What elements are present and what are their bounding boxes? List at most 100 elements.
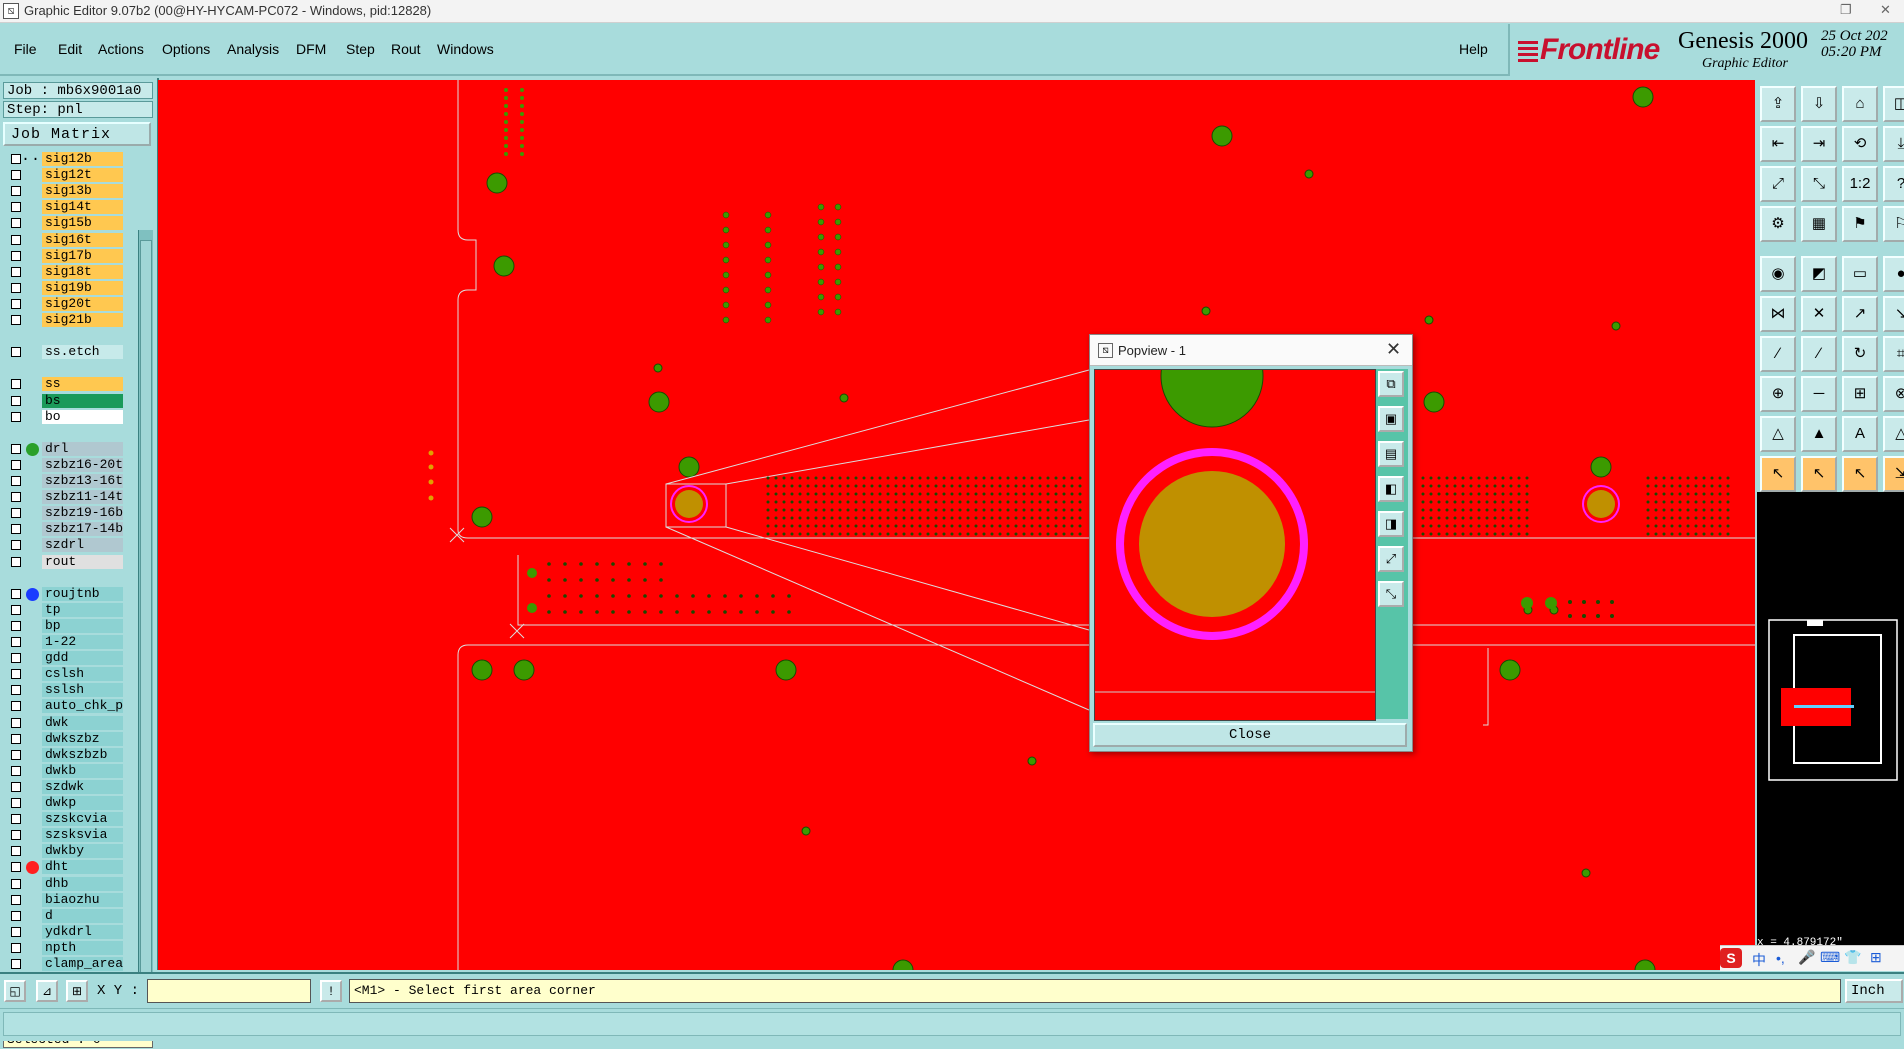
- layer-row-bs[interactable]: bs: [3, 393, 123, 408]
- layer-checkbox[interactable]: [11, 266, 21, 277]
- restore-icon[interactable]: ❐: [1840, 2, 1852, 18]
- layer-row-ss[interactable]: ss: [3, 377, 123, 392]
- layer-row-ss.etch[interactable]: ss.etch: [3, 345, 123, 360]
- layer-name[interactable]: d: [42, 908, 123, 923]
- menu-dfm[interactable]: DFM: [296, 41, 326, 57]
- tool-button-26-icon[interactable]: ∕: [1801, 336, 1837, 372]
- layer-name[interactable]: dwkby: [42, 844, 123, 859]
- tool-button-27-icon[interactable]: ↻: [1842, 336, 1878, 372]
- layer-row-szbz16-20t[interactable]: szbz16-20t: [3, 457, 123, 472]
- layer-name[interactable]: sig21b: [42, 313, 123, 327]
- layer-name[interactable]: sslsh: [42, 683, 123, 698]
- layer-checkbox[interactable]: [11, 717, 21, 728]
- overview-map[interactable]: [1757, 492, 1904, 937]
- layer-row-dhb[interactable]: dhb: [3, 876, 123, 891]
- layer-name[interactable]: roujtnb: [42, 586, 123, 601]
- layer-row-sig21b[interactable]: sig21b: [3, 313, 123, 327]
- layer-name[interactable]: tp: [42, 602, 123, 617]
- layer-checkbox[interactable]: [11, 443, 21, 454]
- layer-row-sig20t[interactable]: sig20t: [3, 296, 123, 311]
- popview-tool-5[interactable]: ◨: [1378, 511, 1404, 537]
- popview-tool-4[interactable]: ◧: [1378, 476, 1404, 502]
- ime-logo-icon[interactable]: S: [1720, 948, 1742, 968]
- layer-name[interactable]: sig12t: [42, 168, 123, 183]
- tool-button-20-icon[interactable]: ●: [1883, 256, 1904, 292]
- menu-step[interactable]: Step: [346, 41, 375, 57]
- layer-name[interactable]: npth: [42, 940, 123, 955]
- job-matrix-button[interactable]: Job Matrix ...: [3, 122, 151, 165]
- layer-name[interactable]: bo: [42, 409, 123, 424]
- layer-checkbox[interactable]: [11, 298, 21, 309]
- tool-button-24-icon[interactable]: ↘: [1883, 296, 1904, 332]
- layer-checkbox[interactable]: [11, 476, 21, 486]
- layer-row-1-22[interactable]: 1-22: [3, 635, 123, 649]
- layer-scrollbar[interactable]: [138, 230, 153, 1020]
- menu-options[interactable]: Options: [162, 41, 210, 57]
- layer-name[interactable]: dhb: [42, 876, 123, 891]
- layer-name[interactable]: szbz16-20t: [42, 457, 123, 472]
- layer-row-sig13b[interactable]: sig13b: [3, 184, 123, 199]
- layer-name[interactable]: dwkszbz: [42, 731, 123, 746]
- menu-edit[interactable]: Edit: [58, 41, 82, 57]
- layer-row-ydkdrl[interactable]: ydkdrl: [3, 924, 123, 939]
- layer-checkbox[interactable]: [11, 669, 21, 680]
- layer-name[interactable]: sig13b: [42, 184, 123, 199]
- layer-checkbox[interactable]: [11, 395, 21, 406]
- layer-row-szskcvia[interactable]: szskcvia: [3, 812, 123, 827]
- layer-name[interactable]: sig14t: [42, 200, 123, 215]
- tool-button-19-icon[interactable]: ▭: [1842, 256, 1878, 292]
- layer-checkbox[interactable]: [11, 508, 21, 519]
- layer-checkbox[interactable]: [11, 234, 21, 245]
- popview-tool-3[interactable]: ▤: [1378, 441, 1404, 467]
- tool-button-3-icon[interactable]: ⌂: [1842, 86, 1878, 122]
- layer-row-bp[interactable]: bp: [3, 618, 123, 633]
- layer-name[interactable]: sig12b: [42, 152, 123, 166]
- layer-name[interactable]: dwkb: [42, 763, 123, 778]
- layer-name[interactable]: dwkp: [42, 796, 123, 810]
- layer-row-sig15b[interactable]: sig15b: [3, 216, 123, 231]
- layer-row-tp[interactable]: tp: [3, 602, 123, 617]
- layer-checkbox[interactable]: [11, 846, 21, 857]
- tool-button-15-icon[interactable]: ⚑: [1842, 206, 1878, 242]
- unit-selector[interactable]: Inch: [1845, 979, 1903, 1003]
- layer-name[interactable]: szdrl: [42, 538, 123, 553]
- popview-tool-6[interactable]: ⤢: [1378, 546, 1404, 572]
- tool-button-1-icon[interactable]: ⇪: [1760, 86, 1796, 122]
- layer-row-sig12b[interactable]: sig12b: [3, 152, 123, 166]
- layer-checkbox[interactable]: [11, 524, 21, 535]
- layer-checkbox[interactable]: [11, 282, 21, 293]
- layer-row-sslsh[interactable]: sslsh: [3, 683, 123, 698]
- layer-row-dwk[interactable]: dwk: [3, 715, 123, 730]
- popview-zoom-view[interactable]: [1094, 369, 1376, 721]
- measure-icon[interactable]: ⊿: [36, 980, 58, 1002]
- tool-button-36-icon[interactable]: △: [1883, 416, 1904, 452]
- popview-tool-1[interactable]: ⧉: [1378, 371, 1404, 397]
- layer-row-gdd[interactable]: gdd: [3, 651, 123, 666]
- layer-checkbox[interactable]: [11, 588, 21, 599]
- layer-checkbox[interactable]: [11, 701, 21, 712]
- layer-checkbox[interactable]: [11, 250, 21, 261]
- layer-checkbox[interactable]: [11, 411, 21, 422]
- tool-button-14-icon[interactable]: ▦: [1801, 206, 1837, 242]
- menu-help[interactable]: Help: [1459, 41, 1488, 57]
- layer-checkbox[interactable]: [11, 878, 21, 889]
- layer-row-dwkszbz[interactable]: dwkszbz: [3, 731, 123, 746]
- layer-name[interactable]: 1-22: [42, 635, 123, 649]
- layer-name[interactable]: clamp_area: [42, 957, 123, 971]
- layer-checkbox[interactable]: [11, 781, 21, 792]
- ime-keyboard-icon[interactable]: ⌨: [1820, 949, 1840, 966]
- menu-file[interactable]: File: [14, 41, 37, 57]
- layer-checkbox[interactable]: [11, 540, 21, 551]
- layer-name[interactable]: sig16t: [42, 232, 123, 247]
- layer-checkbox[interactable]: [11, 492, 21, 503]
- layer-row-sig12t[interactable]: sig12t: [3, 168, 123, 183]
- ime-skin-icon[interactable]: 👕: [1844, 949, 1861, 966]
- tool-button-21-icon[interactable]: ⋈: [1760, 296, 1796, 332]
- tool-button-16-icon[interactable]: ⚐: [1883, 206, 1904, 242]
- tool-button-6-icon[interactable]: ⇥: [1801, 126, 1837, 162]
- layer-name[interactable]: szsksvia: [42, 828, 123, 843]
- layer-row-szbz11-14t[interactable]: szbz11-14t: [3, 490, 123, 505]
- tool-button-35-icon[interactable]: A: [1842, 416, 1878, 452]
- layer-checkbox[interactable]: [11, 814, 21, 825]
- layer-name[interactable]: dht: [42, 860, 123, 875]
